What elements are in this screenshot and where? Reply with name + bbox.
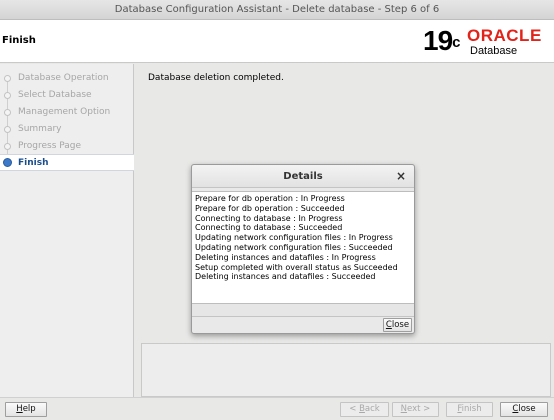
close-icon[interactable]: × (394, 169, 408, 183)
message-panel (141, 343, 551, 397)
step-sidebar: Database Operation Select Database Manag… (0, 64, 134, 397)
sidebar-step-label: Management Option (18, 107, 111, 117)
sidebar-step-progress-page[interactable]: Progress Page (0, 138, 134, 155)
log-line: Deleting instances and datafiles : Succe… (195, 272, 376, 282)
sidebar-step-summary[interactable]: Summary (0, 121, 134, 138)
page-header: Finish 19c ORACLE Database (0, 20, 554, 63)
log-line: Updating network configuration files : S… (195, 242, 393, 252)
step-dot-icon (4, 126, 11, 133)
help-button[interactable]: Help (5, 402, 47, 417)
step-dot-icon (4, 109, 11, 116)
step-dot-icon (4, 143, 11, 150)
log-line: Deleting instances and datafiles : In Pr… (195, 252, 376, 262)
dialog-header: Details × (192, 165, 414, 188)
logo-product: Database (470, 45, 518, 57)
wizard-footer: Help < Back Next > Finish Close (0, 397, 554, 420)
back-button[interactable]: < Back (340, 402, 389, 417)
sidebar-step-database-operation[interactable]: Database Operation (0, 70, 134, 87)
log-line: Setup completed with overall status as S… (195, 262, 398, 272)
log-line: Prepare for db operation : In Progress (195, 194, 345, 203)
oracle-logo: 19c ORACLE Database (423, 26, 551, 58)
details-dialog: Details × Prepare for db operation : In … (191, 164, 415, 334)
details-log[interactable]: Prepare for db operation : In Progress P… (192, 191, 414, 304)
sidebar-step-select-database[interactable]: Select Database (0, 87, 134, 104)
log-line: Connecting to database : Succeeded (195, 223, 343, 233)
log-line: Prepare for db operation : Succeeded (195, 203, 345, 213)
logo-brand: ORACLE (467, 26, 542, 45)
sidebar-step-label: Summary (18, 124, 62, 134)
next-button[interactable]: Next > (392, 402, 439, 417)
log-line: Connecting to database : In Progress (195, 213, 343, 223)
step-dot-icon (3, 158, 12, 167)
logo-version: 19c (423, 25, 461, 56)
dialog-title: Details (283, 171, 323, 182)
step-dot-icon (4, 92, 11, 99)
dialog-close-button[interactable]: Close (383, 318, 412, 332)
page-title: Finish (2, 35, 36, 46)
status-message: Database deletion completed. (148, 73, 284, 83)
sidebar-step-label: Finish (18, 158, 49, 168)
step-dot-icon (4, 75, 11, 82)
sidebar-step-label: Database Operation (18, 73, 109, 83)
window-titlebar: Database Configuration Assistant - Delet… (0, 0, 554, 20)
sidebar-step-label: Progress Page (18, 141, 82, 151)
window-title: Database Configuration Assistant - Delet… (114, 4, 440, 15)
sidebar-step-finish[interactable]: Finish (0, 154, 134, 171)
log-lines: Prepare for db operation : In Progress P… (195, 194, 411, 282)
log-line: Updating network configuration files : I… (195, 233, 393, 243)
close-button[interactable]: Close (500, 402, 548, 417)
sidebar-step-management-option[interactable]: Management Option (0, 104, 134, 121)
finish-button[interactable]: Finish (446, 402, 493, 417)
sidebar-step-label: Select Database (18, 90, 92, 100)
dialog-scroll-strip (192, 304, 414, 317)
